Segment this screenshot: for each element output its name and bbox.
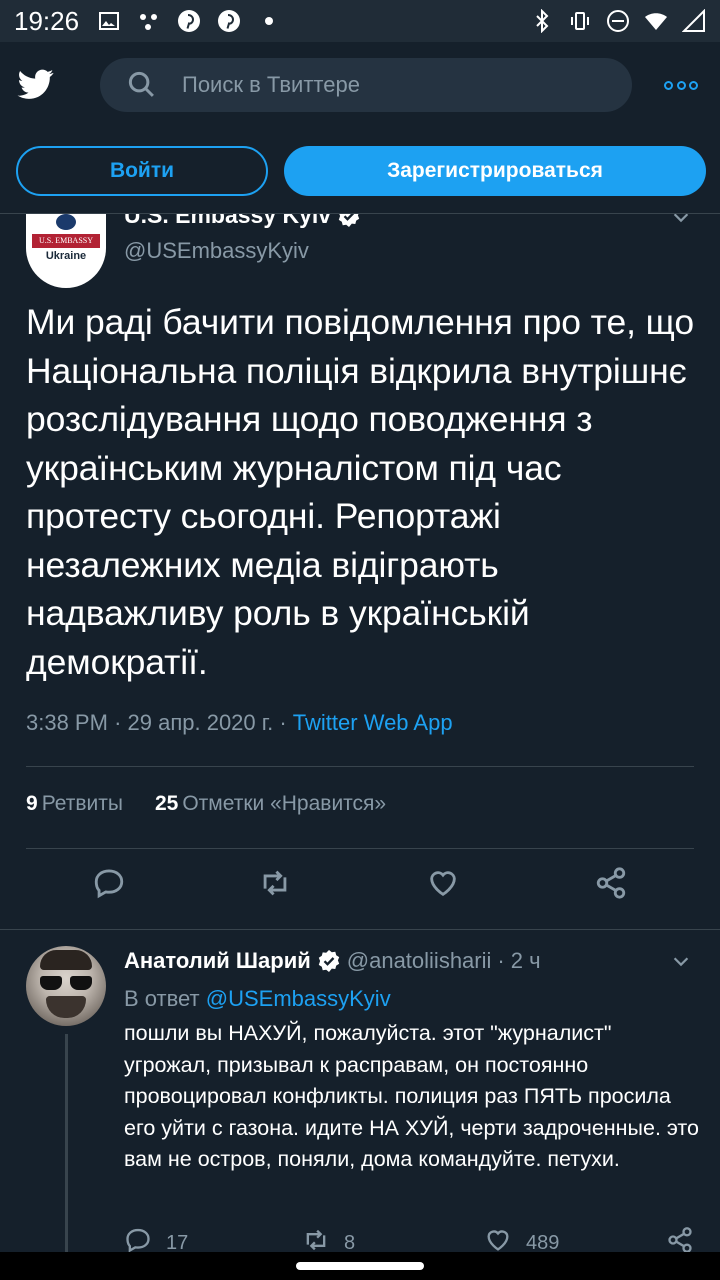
system-nav-bar bbox=[0, 1252, 720, 1280]
reply-to-mention[interactable]: @USEmbassyKyiv bbox=[206, 986, 391, 1011]
reply-tweet[interactable]: Анатолий Шарий @anatoliisharii · 2 ч В о… bbox=[0, 930, 720, 1252]
avatar[interactable] bbox=[26, 946, 106, 1026]
reply-author-handle[interactable]: @anatoliisharii bbox=[347, 948, 492, 974]
reply-retweets-count: 8 bbox=[344, 1231, 356, 1253]
signup-button[interactable]: Зарегистрироваться bbox=[284, 146, 706, 196]
verified-icon bbox=[337, 214, 361, 228]
thread-line bbox=[65, 1034, 68, 1252]
signal-icon bbox=[682, 9, 706, 33]
author-name: U.S. Embassy Kyiv bbox=[124, 214, 332, 228]
tweet-time: 3:38 PM bbox=[26, 710, 108, 735]
vibrate-icon bbox=[568, 9, 592, 33]
twitter-logo-icon[interactable] bbox=[16, 66, 56, 102]
retweets-label: Ретвиты bbox=[41, 792, 123, 815]
reply-reply-button[interactable]: 17 bbox=[124, 1226, 188, 1252]
reply-time: 2 ч bbox=[510, 948, 541, 973]
avatar-band: U.S. EMBASSY bbox=[32, 234, 100, 248]
divider bbox=[26, 848, 694, 849]
verified-icon bbox=[317, 949, 341, 973]
dots-icon bbox=[137, 9, 161, 33]
reply-retweet-button[interactable]: 8 bbox=[302, 1226, 355, 1252]
share-icon[interactable] bbox=[594, 866, 634, 906]
image-icon bbox=[97, 9, 121, 33]
main-tweet: U.S. EMBASSY Ukraine U.S. Embassy Kyiv @… bbox=[0, 214, 720, 930]
retweets-count: 9 bbox=[26, 792, 38, 815]
likes-label: Отметки «Нравится» bbox=[182, 792, 387, 815]
top-bar bbox=[0, 42, 720, 130]
avatar-country: Ukraine bbox=[45, 250, 87, 262]
wifi-icon bbox=[644, 9, 668, 33]
tweet-meta: 3:38 PM · 29 апр. 2020 г. · Twitter Web … bbox=[26, 710, 453, 735]
author-handle[interactable]: @USEmbassyKyiv bbox=[124, 238, 309, 264]
reply-to-line: В ответ @USEmbassyKyiv bbox=[124, 986, 391, 1012]
reply-like-button[interactable]: 489 bbox=[484, 1226, 559, 1252]
divider bbox=[26, 766, 694, 767]
embassy-seal-icon bbox=[56, 214, 76, 230]
reply-likes-count: 489 bbox=[526, 1231, 560, 1253]
more-options-icon[interactable] bbox=[664, 72, 698, 98]
like-icon bbox=[484, 1226, 512, 1252]
bluetooth-icon bbox=[530, 9, 554, 33]
separator-dot: · bbox=[497, 948, 505, 973]
search-icon bbox=[126, 69, 158, 101]
avatar[interactable]: U.S. EMBASSY Ukraine bbox=[26, 214, 106, 288]
reply-to-prefix: В ответ bbox=[124, 986, 200, 1011]
login-button[interactable]: Войти bbox=[16, 146, 268, 196]
reply-actions: 17 8 489 bbox=[124, 1226, 700, 1252]
tweet-date: 29 апр. 2020 г. bbox=[127, 710, 274, 735]
avatar-beard bbox=[46, 996, 86, 1018]
avatar-hair bbox=[40, 950, 92, 970]
share-icon bbox=[666, 1226, 694, 1252]
reply-author-name[interactable]: Анатолий Шарий bbox=[124, 948, 311, 974]
search-bar[interactable] bbox=[100, 58, 632, 112]
likes-count: 25 bbox=[154, 792, 179, 815]
source-app-link[interactable]: Twitter Web App bbox=[293, 710, 453, 735]
retweet-icon[interactable] bbox=[258, 866, 298, 906]
like-icon[interactable] bbox=[426, 866, 466, 906]
retweets-stat[interactable]: 9 Ретвиты bbox=[26, 792, 123, 816]
reply-icon[interactable] bbox=[92, 866, 132, 906]
dot-icon bbox=[257, 9, 281, 33]
dnd-icon bbox=[606, 9, 630, 33]
status-time: 19:26 bbox=[14, 5, 80, 36]
chevron-down-icon[interactable] bbox=[670, 950, 692, 972]
retweet-icon bbox=[302, 1226, 330, 1252]
pinterest-icon bbox=[177, 9, 201, 33]
pinterest-icon bbox=[217, 9, 241, 33]
reply-header: Анатолий Шарий @anatoliisharii · 2 ч bbox=[124, 948, 541, 974]
tweet-actions bbox=[0, 866, 720, 916]
tweet-text: Ми раді бачити повідомлення про те, що Н… bbox=[26, 302, 694, 682]
auth-bar: Войти Зарегистрироваться bbox=[0, 130, 720, 214]
tweet-stats: 9 Ретвиты 25 Отметки «Нравится» bbox=[26, 792, 386, 816]
status-bar: 19:26 bbox=[0, 0, 720, 42]
avatar-glasses bbox=[40, 976, 92, 990]
reply-replies-count: 17 bbox=[166, 1231, 189, 1253]
reply-text: пошли вы НАХУЙ, пожалуйста. этот "журнал… bbox=[124, 1021, 699, 1171]
search-input[interactable] bbox=[182, 72, 582, 98]
author-name-row[interactable]: U.S. Embassy Kyiv bbox=[124, 214, 361, 229]
reply-share-button[interactable] bbox=[666, 1226, 694, 1252]
likes-stat[interactable]: 25 Отметки «Нравится» bbox=[155, 792, 386, 816]
reply-icon bbox=[124, 1226, 152, 1252]
chevron-down-icon[interactable] bbox=[670, 214, 692, 228]
home-gesture-handle[interactable] bbox=[296, 1262, 424, 1270]
